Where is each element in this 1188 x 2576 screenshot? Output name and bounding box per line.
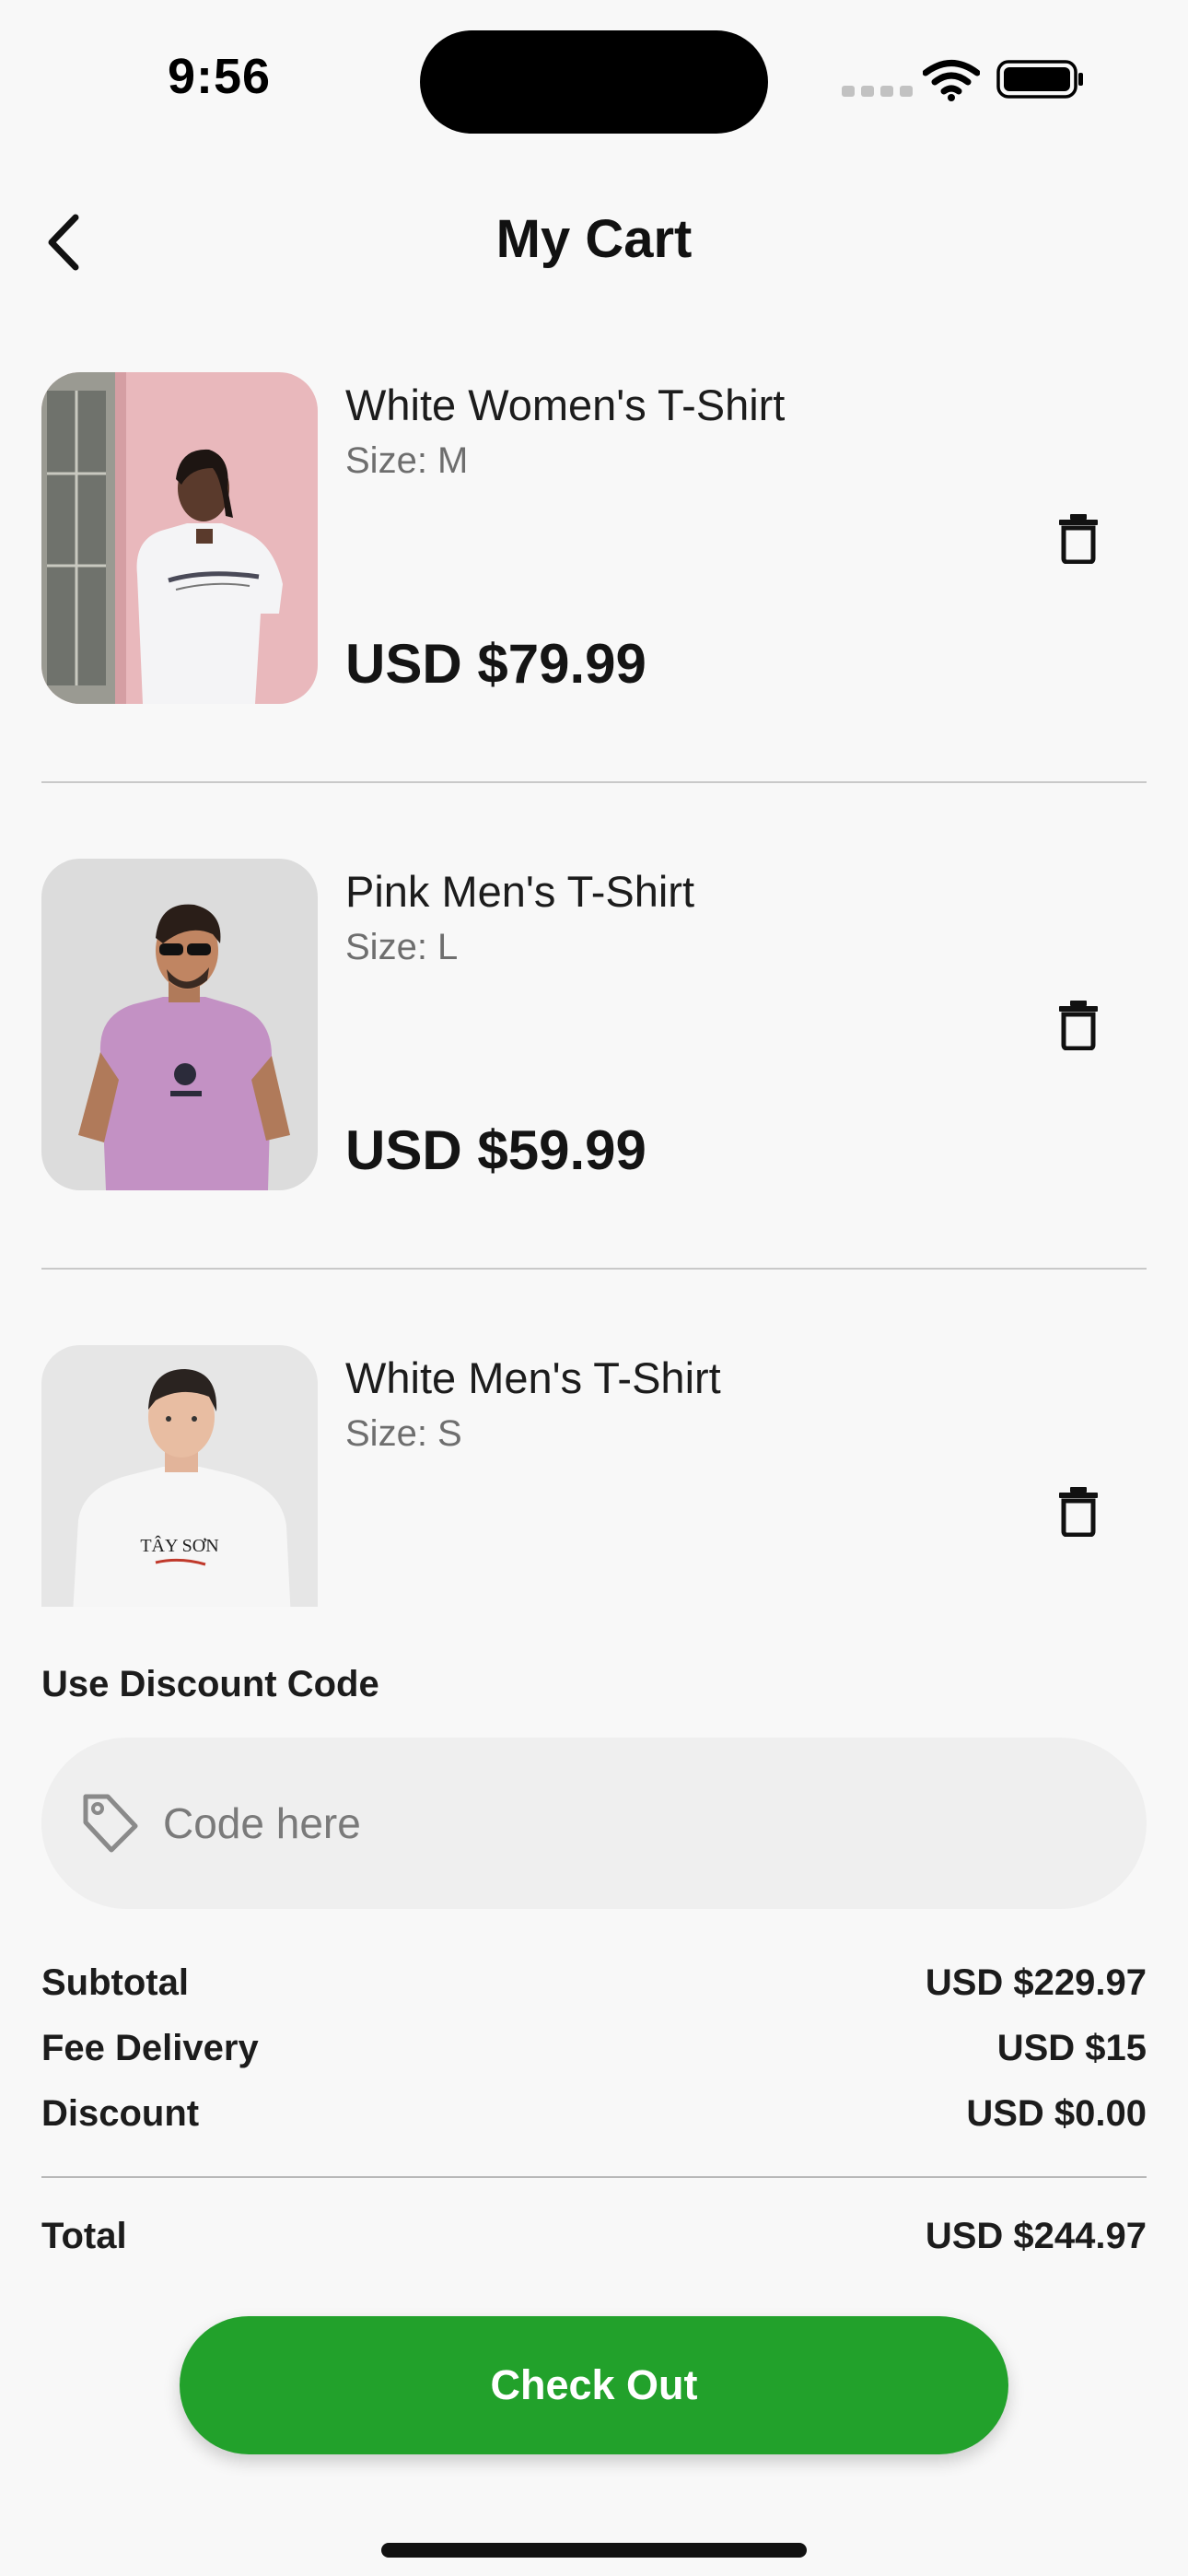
trash-icon (1059, 514, 1098, 564)
product-size: Size: M (345, 440, 469, 481)
product-image (41, 372, 318, 704)
product-price: USD $79.99 (345, 633, 646, 695)
product-size: Size: S (345, 1413, 462, 1454)
subtotal-row: Subtotal USD $229.97 (41, 1962, 1147, 2004)
item-divider (41, 781, 1147, 783)
product-name: White Women's T-Shirt (345, 381, 786, 429)
home-indicator[interactable] (381, 2543, 807, 2558)
cart-item: White Women's T-Shirt Size: M USD $79.99 (41, 372, 1147, 704)
product-price: USD $59.99 (345, 1119, 646, 1181)
product-name: Pink Men's T-Shirt (345, 867, 695, 916)
item-divider (41, 1268, 1147, 1270)
product-size: Size: L (345, 927, 459, 967)
delete-item-button[interactable] (1053, 507, 1104, 569)
total-value: USD $244.97 (925, 2216, 1147, 2256)
product-image (41, 859, 318, 1190)
summary-divider (41, 2176, 1147, 2178)
discount-amount-label: Discount (41, 2093, 200, 2134)
discount-amount-value: USD $0.00 (966, 2093, 1147, 2134)
trash-icon (1059, 1487, 1098, 1537)
delivery-fee-label: Fee Delivery (41, 2028, 259, 2068)
product-name: White Men's T-Shirt (345, 1353, 721, 1402)
trash-icon (1059, 1001, 1098, 1050)
delete-item-button[interactable] (1053, 1480, 1104, 1542)
subtotal-value: USD $229.97 (925, 1962, 1147, 2003)
discount-code-input[interactable] (163, 1738, 1147, 1909)
total-label: Total (41, 2216, 127, 2256)
subtotal-label: Subtotal (41, 1962, 189, 2003)
total-row: Total USD $244.97 (41, 2216, 1147, 2257)
discount-label: Use Discount Code (41, 1664, 379, 1704)
cart-item: TÂY SƠN White Men's T-Shirt Size: S (41, 1345, 1147, 1607)
dynamic-island (420, 30, 768, 134)
battery-icon (996, 60, 1083, 99)
status-time: 9:56 (168, 49, 272, 104)
cart-item: Pink Men's T-Shirt Size: L USD $59.99 (41, 859, 1147, 1190)
svg-text:TÂY SƠN: TÂY SƠN (140, 1535, 218, 1556)
wifi-icon (923, 60, 980, 101)
tag-icon (83, 1794, 138, 1853)
delivery-fee-row: Fee Delivery USD $15 (41, 2028, 1147, 2069)
delete-item-button[interactable] (1053, 993, 1104, 1056)
product-image: TÂY SƠN (41, 1345, 318, 1607)
checkout-button[interactable]: Check Out (180, 2316, 1008, 2454)
page-title: My Cart (495, 209, 693, 269)
cart-screen: 9:56 My Cart White Women's T-Shirt Size:… (0, 0, 1188, 2576)
delivery-fee-value: USD $15 (996, 2028, 1147, 2068)
cellular-signal-icon (842, 86, 913, 97)
discount-code-field[interactable] (41, 1738, 1147, 1909)
discount-row: Discount USD $0.00 (41, 2093, 1147, 2135)
cart-list[interactable]: White Women's T-Shirt Size: M USD $79.99 (0, 369, 1188, 1607)
